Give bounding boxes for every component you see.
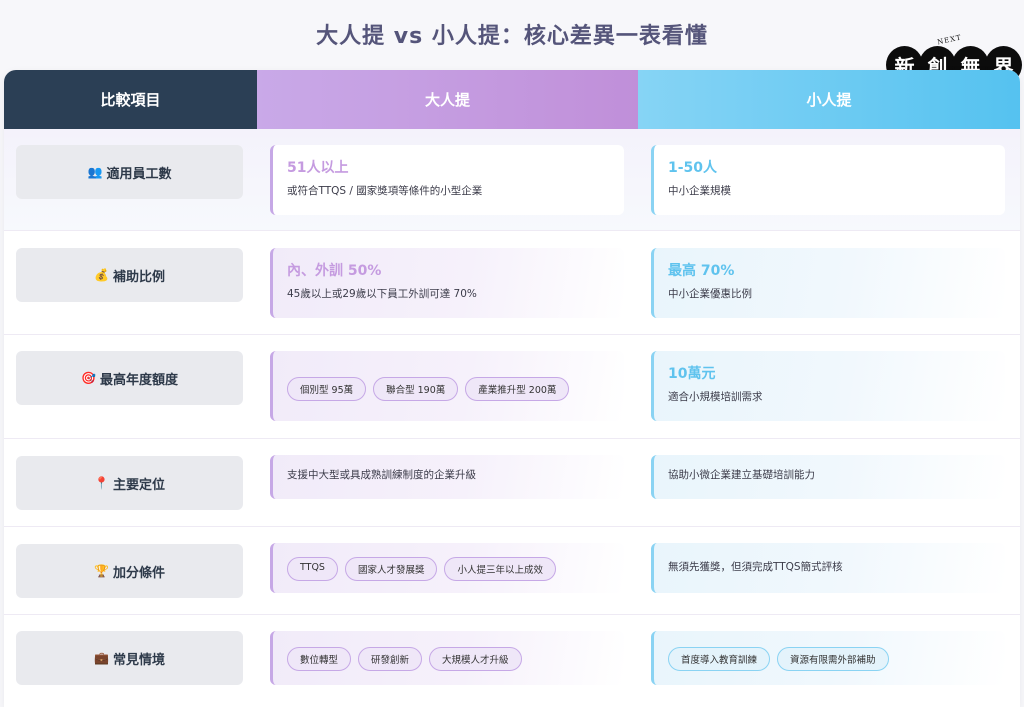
header-big-program: 大人提 [257,70,638,129]
comparison-table: 比較項目 大人提 小人提 👥 適用員工數 51人以上 或符合TTQS / 國家獎… [4,70,1020,707]
big-cell: 51人以上 或符合TTQS / 國家獎項等條件的小型企業 [270,145,624,215]
tag: 個別型 95萬 [287,377,367,401]
big-cell: 數位轉型 研發創新 大規模人才升級 [270,631,624,685]
table-row: 💰 補助比例 內、外訓 50% 45歲以上或29歲以下員工外訓可達 70% 最高… [4,231,1020,335]
tag: 小人提三年以上成效 [444,557,556,581]
tag: 資源有限需外部補助 [777,647,889,671]
big-cell: 內、外訓 50% 45歲以上或29歲以下員工外訓可達 70% [270,248,624,318]
target-icon: 🎯 [81,371,96,385]
header-compare-item: 比較項目 [4,70,257,129]
small-cell: 最高 70% 中小企業優惠比例 [651,248,1005,318]
trophy-icon: 🏆 [94,564,109,578]
tag: 研發創新 [358,647,423,671]
people-icon: 👥 [87,165,103,179]
tag: 產業推升型 200萬 [465,377,570,401]
tag: TTQS [287,557,338,581]
small-cell: 無須先獲獎，但須完成TTQS簡式評核 [651,543,1005,593]
small-cell: 1-50人 中小企業規模 [651,145,1005,215]
small-cell: 10萬元 適合小規模培訓需求 [651,351,1005,421]
briefcase-icon: 💼 [94,651,109,665]
row-label: 🏆 加分條件 [16,544,243,598]
tag-list: 首度導入教育訓練 資源有限需外部補助 [668,647,991,671]
big-cell: 支援中大型或具成熟訓練制度的企業升級 [270,455,624,499]
page-title: 大人提 vs 小人提：核心差異一表看懂 [316,24,708,49]
row-label: 🎯 最高年度額度 [16,351,243,405]
tag: 國家人才發展獎 [344,557,438,581]
tag: 首度導入教育訓練 [668,647,771,671]
table-row: 🎯 最高年度額度 個別型 95萬 聯合型 190萬 產業推升型 200萬 10萬… [4,335,1020,439]
row-label: 💰 補助比例 [16,248,243,302]
tag: 數位轉型 [287,647,352,671]
row-label: 💼 常見情境 [16,631,243,685]
tag-list: 個別型 95萬 聯合型 190萬 產業推升型 200萬 [287,377,610,401]
table-row: 📍 主要定位 支援中大型或具成熟訓練制度的企業升級 協助小微企業建立基礎培訓能力 [4,439,1020,527]
table-row: 🏆 加分條件 TTQS 國家人才發展獎 小人提三年以上成效 無須先獲獎，但須完成… [4,527,1020,615]
big-cell: TTQS 國家人才發展獎 小人提三年以上成效 [270,543,624,593]
small-cell: 協助小微企業建立基礎培訓能力 [651,455,1005,499]
header-small-program: 小人提 [638,70,1020,129]
tag: 聯合型 190萬 [373,377,459,401]
row-label: 👥 適用員工數 [16,145,243,199]
money-bag-icon: 💰 [94,268,109,282]
tag-list: 數位轉型 研發創新 大規模人才升級 [287,647,610,671]
tag-list: TTQS 國家人才發展獎 小人提三年以上成效 [287,557,610,581]
row-label: 📍 主要定位 [16,456,243,510]
pin-icon: 📍 [94,476,109,490]
big-cell: 個別型 95萬 聯合型 190萬 產業推升型 200萬 [270,351,624,421]
table-row: 👥 適用員工數 51人以上 或符合TTQS / 國家獎項等條件的小型企業 1-5… [4,129,1020,231]
table-header: 比較項目 大人提 小人提 [4,70,1020,129]
small-cell: 首度導入教育訓練 資源有限需外部補助 [651,631,1005,685]
table-row: 💼 常見情境 數位轉型 研發創新 大規模人才升級 首度導入教育訓練 資源有限需外… [4,615,1020,707]
tag: 大規模人才升級 [429,647,522,671]
